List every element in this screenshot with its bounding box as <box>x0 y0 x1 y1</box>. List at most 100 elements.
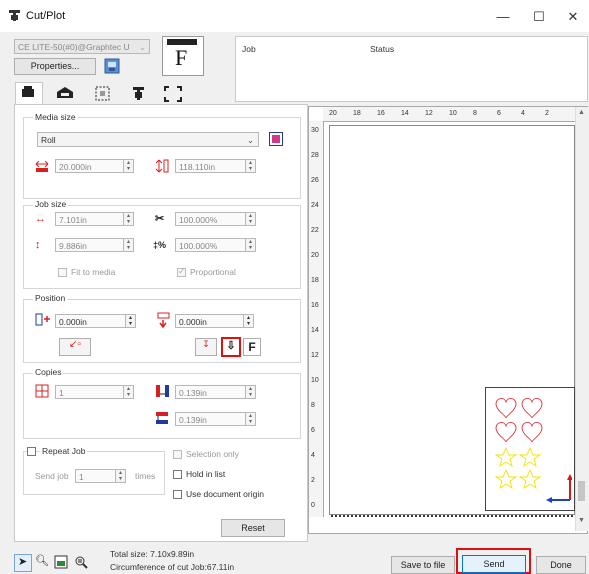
tab-general[interactable] <box>15 82 43 105</box>
gap-y-stepper[interactable]: ▴ ▾ <box>245 412 256 426</box>
scroll-down-icon[interactable]: ▼ <box>578 517 585 524</box>
maximize-button[interactable]: ☐ <box>522 6 556 28</box>
save-to-file-button[interactable]: Save to file <box>391 556 455 574</box>
use-origin-checkbox[interactable] <box>173 490 182 499</box>
top-tick: 6 <box>497 110 501 117</box>
send-job-label: Send job <box>35 471 69 481</box>
total-size-text: Total size: 7.10x9.89in <box>110 549 195 559</box>
media-height-stepper[interactable]: ▴ ▾ <box>245 159 256 173</box>
repeat-job-label: Repeat Job <box>40 446 88 456</box>
top-tick: 2 <box>545 110 549 117</box>
proportional-checkbox[interactable]: ✓ <box>177 266 186 277</box>
origin-y-arrow <box>567 474 573 480</box>
scale-y-icon: ‡% <box>153 240 167 250</box>
send-button[interactable]: Send <box>462 555 526 573</box>
pan-icon[interactable] <box>74 555 88 569</box>
position-y-icon <box>157 312 170 328</box>
top-tick: 8 <box>473 110 477 117</box>
job-column-header[interactable]: Job <box>242 44 256 54</box>
media-width-stepper[interactable]: ▴ ▾ <box>123 159 134 173</box>
media-size-value: Roll <box>41 135 56 145</box>
device-settings-icon[interactable] <box>104 58 120 74</box>
device-name: CE LITE-50(#0)@Graphtec U <box>18 42 130 52</box>
scroll-thumb[interactable] <box>578 481 585 501</box>
top-tick: 20 <box>329 110 337 117</box>
tool-icon <box>133 87 144 100</box>
preview-area[interactable]: 20 18 16 14 12 10 8 6 4 2 30 28 26 24 22… <box>308 106 588 534</box>
settings-panel: Media size Roll ⌄ 20.000in ▴ ▾ 118.110in … <box>14 104 308 542</box>
media-width-field[interactable]: 20.000in <box>55 159 125 173</box>
gap-x-stepper[interactable]: ▴ ▾ <box>245 385 256 399</box>
vertical-scrollbar[interactable]: ▲ ▼ <box>575 107 588 531</box>
repeat-job-checkbox[interactable] <box>27 447 36 456</box>
top-tick: 4 <box>521 110 525 117</box>
left-tick: 20 <box>311 252 319 259</box>
gap-y-field[interactable]: 0.139in <box>175 412 247 426</box>
pointer-tool[interactable]: ➤ <box>14 554 32 572</box>
job-list[interactable]: Job Status <box>235 36 588 102</box>
proportional-label: Proportional <box>190 267 236 277</box>
position-x-stepper[interactable]: ▴ ▾ <box>125 314 136 328</box>
scale-y-field[interactable]: 100.000% <box>175 238 247 252</box>
device-select[interactable]: CE LITE-50(#0)@Graphtec U ⌄ <box>14 39 150 54</box>
gap-x-field[interactable]: 0.139in <box>175 385 247 399</box>
zoom-tool[interactable]: 🔍︎ <box>33 554 49 570</box>
position-y-stepper[interactable]: ▴ ▾ <box>243 314 254 328</box>
media-info-icon[interactable] <box>269 132 283 146</box>
align-left-button[interactable]: ↧ <box>195 338 217 356</box>
reset-position-icon: ↙▫ <box>69 339 81 350</box>
left-tick: 2 <box>311 477 315 484</box>
job-width-stepper[interactable]: ▴ ▾ <box>123 212 134 226</box>
tab-tools[interactable] <box>128 84 150 104</box>
job-width-field[interactable]: 7.101in <box>55 212 125 226</box>
close-button[interactable]: ✕ <box>556 6 589 28</box>
copies-title: Copies <box>33 367 64 377</box>
job-height-field[interactable]: 9.886in <box>55 238 125 252</box>
cursor-icon: ➤ <box>18 556 28 568</box>
scale-y-stepper[interactable]: ▴ ▾ <box>245 238 256 252</box>
copies-count-field[interactable]: 1 <box>55 385 125 399</box>
tab-strip <box>10 80 190 105</box>
left-tick: 22 <box>311 227 319 234</box>
hold-in-list-label: Hold in list <box>186 469 226 479</box>
send-count-stepper[interactable]: ▴ ▾ <box>115 469 126 483</box>
hold-in-list-checkbox[interactable] <box>173 470 182 479</box>
fit-view-icon[interactable] <box>54 555 68 569</box>
job-outline[interactable] <box>485 387 575 511</box>
title-bar: Cut/Plot — ☐ ✕ <box>0 0 589 32</box>
position-x-field[interactable]: 0.000in <box>55 314 127 328</box>
left-tick: 16 <box>311 302 319 309</box>
reset-button[interactable]: Reset <box>221 519 285 537</box>
tab-registration[interactable] <box>162 84 184 104</box>
minimize-button[interactable]: — <box>486 6 520 28</box>
send-count-field[interactable]: 1 <box>75 469 117 483</box>
stars-group <box>494 446 542 490</box>
left-tick: 4 <box>311 452 315 459</box>
media-width-icon <box>35 161 49 172</box>
copies-count-stepper[interactable]: ▴ ▾ <box>123 385 134 399</box>
media-size-select[interactable]: Roll ⌄ <box>37 132 259 147</box>
position-y-field[interactable]: 0.000in <box>175 314 245 328</box>
cutter-icon <box>22 86 34 97</box>
media-height-field[interactable]: 118.110in <box>175 159 247 173</box>
tab-blade[interactable] <box>54 84 76 104</box>
status-column-header[interactable]: Status <box>370 44 394 54</box>
use-origin-label: Use document origin <box>186 489 264 499</box>
flip-f-button[interactable]: F <box>243 338 261 356</box>
tab-weed[interactable] <box>92 84 114 104</box>
left-tick: 18 <box>311 277 319 284</box>
left-tick: 26 <box>311 177 319 184</box>
selection-only-checkbox[interactable] <box>173 450 182 459</box>
done-button[interactable]: Done <box>536 556 586 574</box>
scale-x-stepper[interactable]: ▴ ▾ <box>245 212 256 226</box>
left-tick: 30 <box>311 127 319 134</box>
preview-thumbnail: F <box>162 36 204 76</box>
job-size-title: Job size <box>33 199 69 209</box>
reset-position-button[interactable]: ↙▫ <box>59 338 91 356</box>
properties-button[interactable]: Properties... <box>14 58 96 75</box>
scroll-up-icon[interactable]: ▲ <box>578 109 585 116</box>
job-height-stepper[interactable]: ▴ ▾ <box>123 238 134 252</box>
fit-to-media-checkbox[interactable] <box>58 268 67 277</box>
scale-x-field[interactable]: 100.000% <box>175 212 247 226</box>
mirror-button[interactable]: ⇩ <box>221 337 241 357</box>
